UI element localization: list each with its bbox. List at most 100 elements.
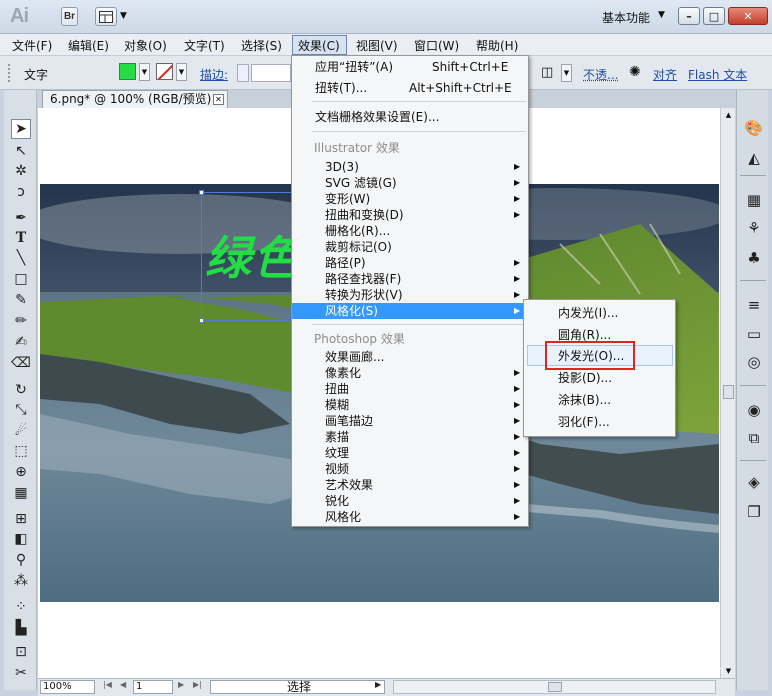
symbol-sprayer-tool-icon[interactable]: ⁘ — [11, 597, 31, 617]
menu-convert-to-shape[interactable]: 转换为形状(V) ▶ — [292, 287, 528, 303]
previous-artboard-icon[interactable]: ◀ — [120, 680, 126, 689]
artboard-number-select[interactable]: 1 — [133, 680, 173, 694]
menu-feather[interactable]: 羽化(F)... — [524, 412, 675, 432]
menu-inner-glow[interactable]: 内发光(I)... — [524, 303, 675, 323]
direct-selection-tool-icon[interactable]: ↖ — [11, 141, 31, 161]
workspace-switcher[interactable]: 基本功能 — [602, 9, 650, 26]
menu-brush-strokes[interactable]: 画笔描边 ▶ — [292, 413, 528, 429]
opacity-link[interactable]: 不透... — [583, 66, 618, 83]
menu-scribble[interactable]: 涂抹(B)... — [524, 390, 675, 410]
mesh-tool-icon[interactable]: ⊞ — [11, 509, 31, 529]
menu-texture[interactable]: 纹理 ▶ — [292, 445, 528, 461]
close-icon[interactable]: ✕ — [213, 94, 224, 105]
line-tool-icon[interactable]: ╲ — [11, 248, 31, 268]
slice-tool-icon[interactable]: ✂ — [11, 663, 31, 683]
scroll-thumb[interactable] — [723, 385, 734, 399]
graphic-styles-panel-icon[interactable]: ⧉ — [744, 428, 764, 448]
menu-video[interactable]: 视频 ▶ — [292, 461, 528, 477]
menu-sketch[interactable]: 素描 ▶ — [292, 429, 528, 445]
menu-document-raster-settings[interactable]: 文档栅格效果设置(E)... — [292, 109, 528, 125]
minimize-button[interactable]: – — [678, 7, 700, 25]
menu-apply-last-effect[interactable]: 应用“扭转”(A) Shift+Ctrl+E — [292, 59, 528, 75]
stroke-stepper[interactable] — [237, 64, 249, 82]
stroke-dropdown[interactable]: ▼ — [176, 63, 187, 81]
first-artboard-icon[interactable]: |◀ — [103, 680, 112, 689]
artboards-panel-icon[interactable]: ❐ — [744, 502, 764, 522]
pencil-tool-icon[interactable]: ✏ — [11, 311, 31, 331]
chevron-down-icon[interactable]: ▼ — [120, 11, 127, 21]
shape-builder-tool-icon[interactable]: ⊕ — [11, 462, 31, 482]
free-transform-tool-icon[interactable]: ⬚ — [11, 441, 31, 461]
menu-distort[interactable]: 扭曲 ▶ — [292, 381, 528, 397]
align-link[interactable]: 对齐 — [653, 66, 677, 83]
graph-tool-icon[interactable]: ▙ — [11, 618, 31, 638]
lasso-tool-icon[interactable]: ↄ — [11, 182, 31, 202]
menu-select[interactable]: 选择(S) — [241, 37, 282, 54]
menu-distort-transform[interactable]: 扭曲和变换(D) ▶ — [292, 207, 528, 223]
rectangle-tool-icon[interactable]: □ — [11, 269, 31, 289]
warp-tool-icon[interactable]: ☄ — [11, 421, 31, 441]
brushes-panel-icon[interactable]: ⚘ — [744, 218, 764, 238]
recolor-icon[interactable]: ✺ — [629, 64, 641, 80]
menu-view[interactable]: 视图(V) — [356, 37, 398, 54]
stroke-link[interactable]: 描边: — [200, 66, 228, 83]
stroke-color-swatch[interactable] — [156, 63, 173, 80]
stroke-weight-input[interactable] — [251, 64, 291, 82]
scroll-up-icon[interactable]: ▲ — [721, 108, 736, 122]
style-dropdown[interactable]: ▼ — [561, 64, 572, 82]
menu-stylize-illustrator[interactable]: 风格化(S) ▶ — [292, 303, 528, 319]
selection-tool-icon[interactable]: ➤ — [11, 119, 31, 139]
selection-handle[interactable] — [199, 318, 204, 323]
menu-edit[interactable]: 编辑(E) — [68, 37, 109, 54]
menu-effect-gallery[interactable]: 效果画廊... — [292, 349, 528, 365]
swatches-panel-icon[interactable]: ▦ — [744, 190, 764, 210]
vertical-scrollbar[interactable]: ▲ ▼ — [720, 108, 735, 678]
menu-drop-shadow[interactable]: 投影(D)... — [524, 368, 675, 388]
last-artboard-icon[interactable]: ▶| — [193, 680, 202, 689]
arrange-documents-button[interactable] — [95, 7, 117, 26]
color-guide-icon[interactable]: ◭ — [744, 148, 764, 168]
menu-object[interactable]: 对象(O) — [124, 37, 167, 54]
menu-path[interactable]: 路径(P) ▶ — [292, 255, 528, 271]
transparency-panel-icon[interactable]: ◎ — [744, 352, 764, 372]
menu-window[interactable]: 窗口(W) — [414, 37, 459, 54]
next-artboard-icon[interactable]: ▶ — [178, 680, 184, 689]
menu-sharpen[interactable]: 锐化 ▶ — [292, 493, 528, 509]
menu-last-effect[interactable]: 扭转(T)... Alt+Shift+Ctrl+E — [292, 80, 528, 96]
fill-dropdown[interactable]: ▼ — [139, 63, 150, 81]
menu-effect[interactable]: 效果(C) — [298, 37, 340, 54]
blob-brush-tool-icon[interactable]: ✍ — [11, 332, 31, 352]
selection-handle[interactable] — [199, 190, 204, 195]
scale-tool-icon[interactable]: ⤡ — [11, 400, 31, 420]
bridge-button[interactable]: Br — [61, 7, 78, 26]
menu-file[interactable]: 文件(F) — [12, 37, 52, 54]
close-button[interactable]: ✕ — [728, 7, 768, 25]
menu-3d[interactable]: 3D(3) ▶ — [292, 159, 528, 175]
stroke-panel-icon[interactable]: ≡ — [744, 295, 764, 315]
menu-stylize-photoshop[interactable]: 风格化 ▶ — [292, 509, 528, 525]
layers-panel-icon[interactable]: ◈ — [744, 472, 764, 492]
gradient-tool-icon[interactable]: ◧ — [11, 529, 31, 549]
gradient-panel-icon[interactable]: ▭ — [744, 324, 764, 344]
menu-artistic[interactable]: 艺术效果 ▶ — [292, 477, 528, 493]
scroll-thumb[interactable] — [548, 682, 562, 692]
blend-tool-icon[interactable]: ⁂ — [11, 571, 31, 591]
panel-grip[interactable] — [8, 64, 11, 82]
status-display[interactable]: 选择 — [210, 680, 385, 694]
style-icon[interactable]: ◫ — [541, 65, 553, 80]
eyedropper-tool-icon[interactable]: ⚲ — [11, 550, 31, 570]
horizontal-scrollbar[interactable] — [393, 680, 716, 694]
menu-warp[interactable]: 变形(W) ▶ — [292, 191, 528, 207]
paintbrush-tool-icon[interactable]: ✎ — [11, 290, 31, 310]
magic-wand-tool-icon[interactable]: ✲ — [11, 161, 31, 181]
rotate-tool-icon[interactable]: ↻ — [11, 380, 31, 400]
document-tab[interactable]: 6.png* @ 100% (RGB/预览) ✕ — [42, 90, 228, 108]
flash-text-link[interactable]: Flash 文本 — [688, 66, 747, 83]
chevron-down-icon[interactable]: ▼ — [658, 10, 665, 20]
pen-tool-icon[interactable]: ✒ — [11, 208, 31, 228]
menu-blur[interactable]: 模糊 ▶ — [292, 397, 528, 413]
menu-pixelate[interactable]: 像素化 ▶ — [292, 365, 528, 381]
eraser-tool-icon[interactable]: ⌫ — [11, 353, 31, 373]
color-panel-icon[interactable]: 🎨 — [744, 118, 764, 138]
menu-svg-filters[interactable]: SVG 滤镜(G) ▶ — [292, 175, 528, 191]
